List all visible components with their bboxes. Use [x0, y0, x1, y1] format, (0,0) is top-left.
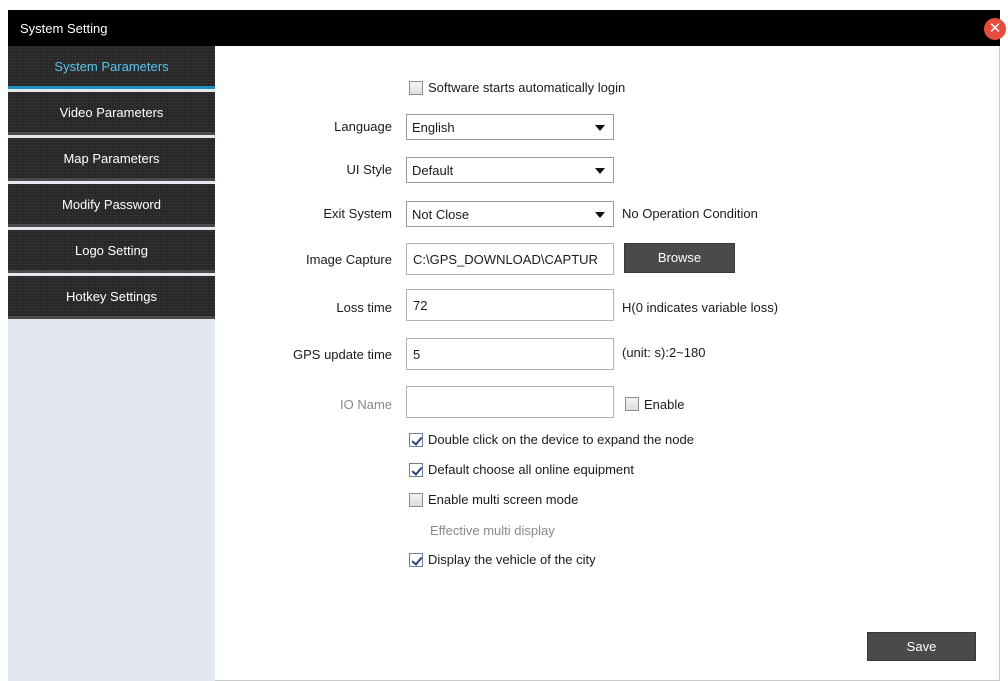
sidebar-item-hotkey-settings[interactable]: Hotkey Settings	[8, 276, 215, 319]
sidebar-item-system-parameters[interactable]: System Parameters	[8, 46, 215, 89]
multi-screen-label: Enable multi screen mode	[428, 492, 579, 507]
language-value: English	[412, 120, 455, 135]
browse-button[interactable]: Browse	[624, 243, 735, 273]
chevron-down-icon	[595, 168, 605, 174]
gps-update-field[interactable]: 5	[406, 338, 614, 370]
exit-system-hint: No Operation Condition	[622, 206, 758, 221]
close-icon[interactable]: ✕	[984, 18, 1006, 40]
display-city-vehicle-checkbox[interactable]	[409, 553, 423, 567]
io-enable-checkbox[interactable]	[625, 397, 639, 411]
gps-update-label: GPS update time	[293, 347, 392, 362]
sidebar-item-logo-setting[interactable]: Logo Setting	[8, 230, 215, 273]
io-name-field[interactable]	[406, 386, 614, 418]
save-button[interactable]: Save	[867, 632, 976, 661]
gps-update-hint: (unit: s):2~180	[622, 345, 706, 360]
sidebar-item-modify-password[interactable]: Modify Password	[8, 184, 215, 227]
image-capture-path-field[interactable]: C:\GPS_DOWNLOAD\CAPTUR	[406, 243, 614, 275]
double-click-expand-checkbox[interactable]	[409, 433, 423, 447]
sidebar-item-map-parameters[interactable]: Map Parameters	[8, 138, 215, 181]
loss-time-value: 72	[413, 298, 428, 313]
double-click-expand-label: Double click on the device to expand the…	[428, 432, 694, 447]
sidebar-item-video-parameters[interactable]: Video Parameters	[8, 92, 215, 135]
language-select[interactable]: English	[406, 114, 614, 140]
loss-time-hint: H(0 indicates variable loss)	[622, 300, 779, 315]
io-name-label: IO Name	[339, 397, 392, 412]
image-capture-label: Image Capture	[306, 252, 392, 267]
display-city-vehicle-label: Display the vehicle of the city	[428, 552, 596, 567]
window-title: System Setting	[20, 21, 108, 36]
exit-system-label: Exit System	[323, 206, 392, 221]
exit-system-select[interactable]: Not Close	[406, 201, 614, 227]
chevron-down-icon	[595, 125, 605, 131]
image-capture-path-value: C:\GPS_DOWNLOAD\CAPTUR	[413, 252, 598, 267]
io-enable-label: Enable	[644, 397, 685, 412]
title-bar: System Setting ✕	[8, 10, 1006, 46]
exit-system-value: Not Close	[412, 207, 470, 222]
default-choose-online-checkbox[interactable]	[409, 463, 423, 477]
gps-update-value: 5	[413, 347, 421, 362]
effective-multi-display-label: Effective multi display	[430, 523, 555, 538]
ui-style-label: UI Style	[346, 162, 392, 177]
sidebar: System Parameters Video Parameters Map P…	[8, 46, 215, 681]
ui-style-value: Default	[412, 163, 454, 178]
ui-style-select[interactable]: Default	[406, 157, 614, 183]
auto-login-checkbox[interactable]	[409, 81, 423, 95]
sidebar-nav: System Parameters Video Parameters Map P…	[8, 46, 215, 319]
default-choose-online-label: Default choose all online equipment	[428, 462, 634, 477]
chevron-down-icon	[595, 212, 605, 218]
multi-screen-checkbox[interactable]	[409, 493, 423, 507]
loss-time-label: Loss time	[336, 300, 392, 315]
loss-time-field[interactable]: 72	[406, 289, 614, 321]
auto-login-label: Software starts automatically login	[428, 80, 626, 95]
language-label: Language	[334, 119, 392, 134]
